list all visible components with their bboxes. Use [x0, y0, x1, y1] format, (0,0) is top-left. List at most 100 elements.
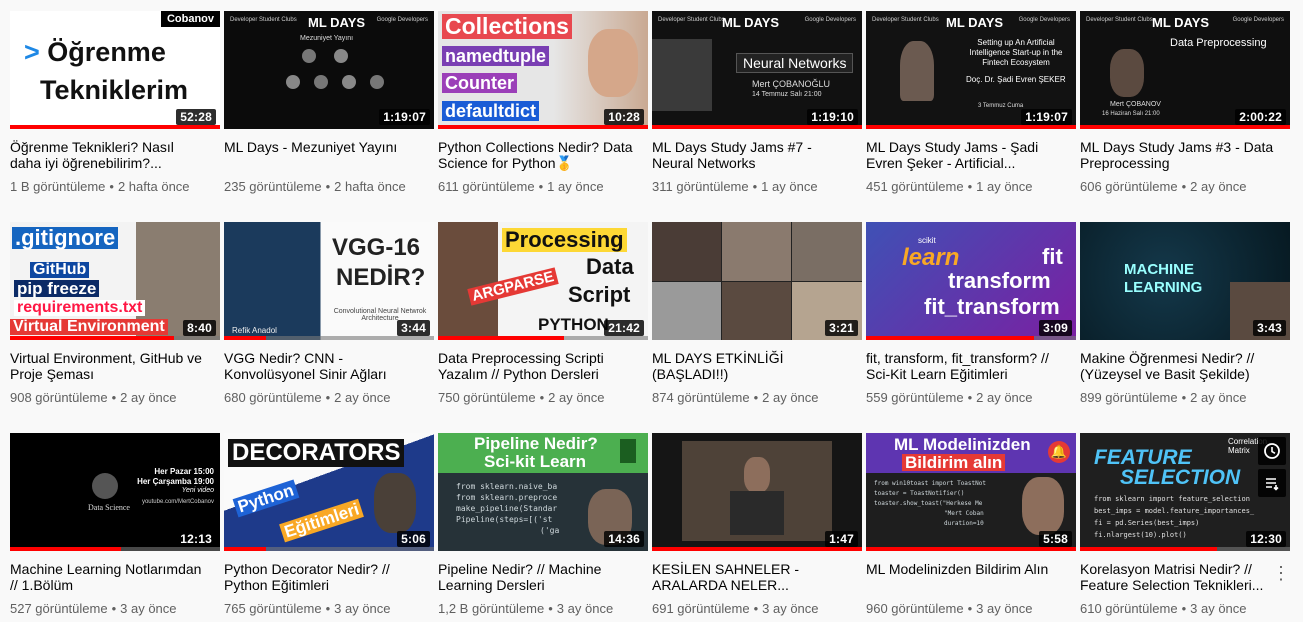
- video-card[interactable]: Developer Student Clubs ML DAYS Google D…: [224, 11, 434, 222]
- video-card[interactable]: 3:21 ML DAYS ETKİNLİĞİ (BAŞLADI!!) 874 g…: [652, 222, 862, 433]
- video-card[interactable]: Developer Student Clubs ML DAYS Google D…: [1080, 11, 1290, 222]
- more-vert-icon[interactable]: ⋮: [1272, 561, 1290, 585]
- upload-age: 1 ay önce: [547, 179, 604, 194]
- video-meta: 691 görüntüleme • 3 ay önce: [652, 601, 819, 616]
- video-thumbnail[interactable]: Cobanov > Öğrenme Tekniklerim 52:28: [10, 11, 220, 129]
- view-count: 874 görüntüleme: [652, 390, 750, 405]
- video-thumbnail[interactable]: Developer Student Clubs ML DAYS Google D…: [866, 11, 1076, 129]
- video-thumbnail[interactable]: Developer Student Clubs ML DAYS Google D…: [224, 11, 434, 129]
- upload-age: 3 ay önce: [762, 601, 819, 616]
- duration-badge: 52:28: [176, 109, 216, 125]
- video-title[interactable]: VGG Nedir? CNN - Konvolüsyonel Sinir Ağl…: [224, 350, 434, 382]
- upload-age: 3 ay önce: [334, 601, 391, 616]
- upload-age: 3 ay önce: [976, 601, 1033, 616]
- video-title[interactable]: Makine Öğrenmesi Nedir? // (Yüzeysel ve …: [1080, 350, 1290, 382]
- upload-age: 2 hafta önce: [117, 179, 190, 194]
- watch-progress-bar: [438, 336, 564, 340]
- video-title[interactable]: Pipeline Nedir? // Machine Learning Ders…: [438, 561, 648, 593]
- upload-age: 2 ay önce: [1190, 390, 1247, 405]
- video-meta: 606 görüntüleme • 2 ay önce: [1080, 179, 1247, 194]
- upload-age: 1 ay önce: [761, 179, 818, 194]
- video-thumbnail[interactable]: scikit learn fit transform fit_transform…: [866, 222, 1076, 340]
- video-card[interactable]: Her Pazar 15:00 Her Çarşamba 19:00 Yeni …: [10, 433, 220, 622]
- video-title[interactable]: Python Decorator Nedir? // Python Eğitim…: [224, 561, 434, 593]
- channel-tag: Cobanov: [160, 11, 220, 27]
- video-title[interactable]: Korelasyon Matrisi Nedir? // Feature Sel…: [1080, 561, 1290, 593]
- video-meta: 680 görüntüleme • 2 ay önce: [224, 390, 391, 405]
- view-count: 606 görüntüleme: [1080, 179, 1178, 194]
- video-meta: 451 görüntüleme • 1 ay önce: [866, 179, 1033, 194]
- watch-progress-bar: [224, 547, 266, 551]
- duration-badge: 3:09: [1039, 320, 1072, 336]
- video-thumbnail[interactable]: 1:47: [652, 433, 862, 551]
- view-count: 235 görüntüleme: [224, 179, 322, 194]
- video-meta: 610 görüntüleme • 3 ay önce: [1080, 601, 1247, 616]
- queue-icon[interactable]: [1258, 469, 1286, 497]
- video-card[interactable]: .gitignore GitHub pip freeze requirement…: [10, 222, 220, 433]
- video-card[interactable]: Developer Student Clubs ML DAYS Google D…: [652, 11, 862, 222]
- video-title[interactable]: ML DAYS ETKİNLİĞİ (BAŞLADI!!): [652, 350, 862, 382]
- video-card[interactable]: 1:47 KESİLEN SAHNELER - ARALARDA NELER..…: [652, 433, 862, 622]
- video-card[interactable]: Cobanov > Öğrenme Tekniklerim 52:28 Öğre…: [10, 11, 220, 222]
- video-title[interactable]: Data Preprocessing Scripti Yazalım // Py…: [438, 350, 648, 382]
- video-title[interactable]: Öğrenme Teknikleri? Nasıl daha iyi öğren…: [10, 139, 220, 171]
- watch-progress-bar: [866, 547, 1076, 551]
- video-thumbnail[interactable]: Collections namedtuple Counter defaultdi…: [438, 11, 648, 129]
- video-thumbnail[interactable]: Processing Data Script ARGPARSE PYTHON 2…: [438, 222, 648, 340]
- video-title[interactable]: fit, transform, fit_transform? // Sci-Ki…: [866, 350, 1076, 382]
- video-card[interactable]: Pipeline Nedir? Sci-kit Learn from sklea…: [438, 433, 648, 622]
- video-thumbnail[interactable]: Developer Student Clubs ML DAYS Google D…: [652, 11, 862, 129]
- video-thumbnail[interactable]: DECORATORS Python Eğitimleri 5:06: [224, 433, 434, 551]
- view-count: 1,2 B görüntüleme: [438, 601, 545, 616]
- video-thumbnail[interactable]: Pipeline Nedir? Sci-kit Learn from sklea…: [438, 433, 648, 551]
- duration-badge: 3:43: [1253, 320, 1286, 336]
- duration-badge: 5:06: [397, 531, 430, 547]
- video-thumbnail[interactable]: Developer Student Clubs ML DAYS Google D…: [1080, 11, 1290, 129]
- duration-badge: 1:19:07: [1021, 109, 1072, 125]
- watch-progress-bar: [866, 336, 1034, 340]
- video-title[interactable]: ML Days Study Jams - Şadi Evren Şeker - …: [866, 139, 1076, 171]
- video-title[interactable]: Machine Learning Notlarımdan // 1.Bölüm: [10, 561, 220, 593]
- duration-badge: 14:36: [604, 531, 644, 547]
- watch-progress-bar: [1080, 547, 1217, 551]
- video-grid: Cobanov > Öğrenme Tekniklerim 52:28 Öğre…: [10, 11, 1290, 622]
- thumb-headline-2: Tekniklerim: [40, 75, 189, 105]
- video-title[interactable]: KESİLEN SAHNELER - ARALARDA NELER...: [652, 561, 862, 593]
- watch-progress-bar: [10, 336, 174, 340]
- video-thumbnail[interactable]: FEATURE SELECTION Correlation Matrix fro…: [1080, 433, 1290, 551]
- video-meta: 960 görüntüleme • 3 ay önce: [866, 601, 1033, 616]
- video-title[interactable]: ML Days - Mezuniyet Yayını: [224, 139, 434, 171]
- video-meta: 1,2 B görüntüleme • 3 ay önce: [438, 601, 614, 616]
- video-title[interactable]: Virtual Environment, GitHub ve Proje Şem…: [10, 350, 220, 382]
- video-title[interactable]: ML Modelinizden Bildirim Alın: [866, 561, 1076, 593]
- watch-progress-bar: [1080, 125, 1290, 129]
- video-card[interactable]: Developer Student Clubs ML DAYS Google D…: [866, 11, 1076, 222]
- video-meta: 559 görüntüleme • 2 ay önce: [866, 390, 1033, 405]
- video-meta: 235 görüntüleme • 2 hafta önce: [224, 179, 406, 194]
- video-thumbnail[interactable]: .gitignore GitHub pip freeze requirement…: [10, 222, 220, 340]
- video-thumbnail[interactable]: VGG-16 NEDİR? Convolutional Neural Netwr…: [224, 222, 434, 340]
- video-card[interactable]: MACHINE LEARNING 3:43 Makine Öğrenmesi N…: [1080, 222, 1290, 433]
- video-meta: 765 görüntüleme • 3 ay önce: [224, 601, 391, 616]
- video-card[interactable]: VGG-16 NEDİR? Convolutional Neural Netwr…: [224, 222, 434, 433]
- video-card[interactable]: Processing Data Script ARGPARSE PYTHON 2…: [438, 222, 648, 433]
- video-thumbnail[interactable]: Her Pazar 15:00 Her Çarşamba 19:00 Yeni …: [10, 433, 220, 551]
- video-card[interactable]: ML Modelinizden Bildirim alın 🔔 from win…: [866, 433, 1076, 622]
- video-title[interactable]: ML Days Study Jams #7 - Neural Networks: [652, 139, 862, 171]
- video-thumbnail[interactable]: MACHINE LEARNING 3:43: [1080, 222, 1290, 340]
- video-card[interactable]: DECORATORS Python Eğitimleri 5:06 Python…: [224, 433, 434, 622]
- view-count: 451 görüntüleme: [866, 179, 964, 194]
- duration-badge: 5:58: [1039, 531, 1072, 547]
- video-title[interactable]: Python Collections Nedir? Data Science f…: [438, 139, 648, 171]
- video-card[interactable]: scikit learn fit transform fit_transform…: [866, 222, 1076, 433]
- watch-progress-bar: [10, 547, 122, 551]
- video-thumbnail[interactable]: 3:21: [652, 222, 862, 340]
- video-card[interactable]: Collections namedtuple Counter defaultdi…: [438, 11, 648, 222]
- clock-icon[interactable]: [1258, 437, 1286, 465]
- video-card[interactable]: FEATURE SELECTION Correlation Matrix fro…: [1080, 433, 1290, 622]
- duration-badge: 3:21: [825, 320, 858, 336]
- video-meta: 527 görüntüleme • 3 ay önce: [10, 601, 177, 616]
- video-title[interactable]: ML Days Study Jams #3 - Data Preprocessi…: [1080, 139, 1290, 171]
- view-count: 899 görüntüleme: [1080, 390, 1178, 405]
- video-thumbnail[interactable]: ML Modelinizden Bildirim alın 🔔 from win…: [866, 433, 1076, 551]
